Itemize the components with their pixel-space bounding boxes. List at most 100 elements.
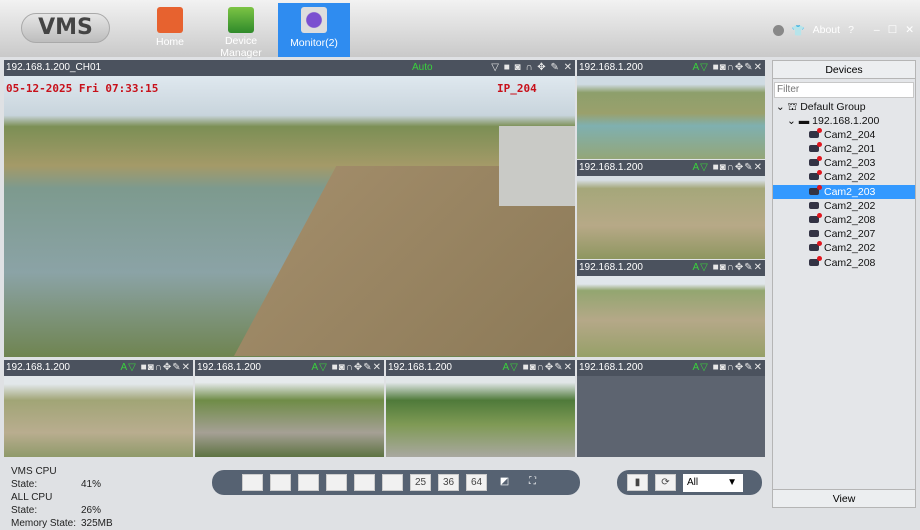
tile-title: 192.168.1.200: [579, 162, 643, 173]
layout-toolbar: 25 36 64 ◩ ⛶: [212, 470, 580, 495]
tile-tools[interactable]: A▽ ■◙∩✥✎✕: [502, 360, 573, 376]
tile-tools[interactable]: A▽ ■◙∩✥✎✕: [692, 260, 763, 276]
tile-title: 192.168.1.200_CH01: [6, 62, 102, 73]
minimize-button[interactable]: –: [874, 24, 880, 36]
tile-tools[interactable]: A▽ ■◙∩✥✎✕: [120, 360, 191, 376]
camera-icon: [809, 201, 819, 209]
tile-header: 192.168.1.200_CH01 Auto ▽ ■ ◙ ∩ ✥ ✎ ✕: [4, 60, 575, 76]
video-tile[interactable]: 192.168.1.200 A▽ ■◙∩✥✎✕: [4, 360, 193, 457]
layout-button[interactable]: 64: [466, 474, 487, 491]
camera-label: Cam2_208: [824, 256, 876, 269]
tile-tools[interactable]: A▽ ■◙∩✥✎✕: [692, 60, 763, 76]
tile-tools[interactable]: A▽ ■◙∩✥✎✕: [692, 160, 763, 176]
window-controls: 👕 About ? – ☐ ✕: [772, 22, 920, 38]
layout-button[interactable]: [298, 474, 319, 491]
video-feed: [386, 376, 575, 457]
camera-item[interactable]: Cam2_207: [773, 227, 915, 241]
layout-button[interactable]: 36: [438, 474, 459, 491]
camera-item[interactable]: Cam2_202: [773, 170, 915, 184]
camera-label: Cam2_201: [824, 143, 876, 156]
host-label: 192.168.1.200: [812, 114, 880, 127]
av-indicator: A▽: [311, 362, 328, 373]
video-tile[interactable]: 192.168.1.200 A▽ ■◙∩✥✎✕: [386, 360, 575, 457]
dvr-icon: ▬: [798, 114, 810, 127]
layout-button[interactable]: [354, 474, 375, 491]
refresh-icon[interactable]: ⟳: [655, 474, 676, 491]
maximize-button[interactable]: ☐: [888, 24, 897, 36]
av-indicator: A▽: [692, 162, 709, 173]
camera-item[interactable]: Cam2_202: [773, 241, 915, 255]
layout-button[interactable]: 25: [410, 474, 431, 491]
nav-home[interactable]: Home: [134, 3, 206, 57]
stat-value: 26%: [81, 505, 102, 516]
camera-item[interactable]: Cam2_202: [773, 199, 915, 213]
stream-select[interactable]: All ▼: [683, 473, 743, 492]
home-icon: [157, 7, 183, 33]
camera-label: Cam2_207: [824, 228, 876, 241]
camera-icon: [809, 184, 822, 195]
video-tile[interactable]: 192.168.1.200 A▽ ■◙∩✥✎✕: [577, 360, 765, 457]
tile-title: 192.168.1.200: [579, 62, 643, 73]
video-feed: [577, 76, 765, 159]
video-tile[interactable]: 192.168.1.200 A▽ ■◙∩✥✎✕: [195, 360, 384, 457]
tile-tools[interactable]: A▽ ■◙∩✥✎✕: [311, 360, 382, 376]
camera-item[interactable]: Cam2_201: [773, 142, 915, 156]
camera-item[interactable]: Cam2_208: [773, 255, 915, 270]
monitor-icon: [301, 7, 327, 33]
sequence-icon[interactable]: ◩: [494, 474, 515, 491]
group-label: Default Group: [800, 100, 866, 113]
main-video-tile[interactable]: 192.168.1.200_CH01 Auto ▽ ■ ◙ ∩ ✥ ✎ ✕ 05…: [4, 60, 575, 357]
camera-label: Cam2_204: [824, 128, 876, 141]
tile-title: 192.168.1.200: [579, 262, 643, 273]
close-button[interactable]: ✕: [905, 24, 914, 36]
camera-label: Cam2_202: [824, 242, 876, 255]
tile-header: 192.168.1.200 A▽ ■◙∩✥✎✕: [4, 360, 193, 376]
video-tile[interactable]: 192.168.1.200 A▽ ■◙∩✥✎✕: [577, 60, 765, 159]
tile-title: 192.168.1.200: [579, 362, 643, 373]
camera-item[interactable]: Cam2_208: [773, 213, 915, 227]
nav-label: Monitor(2): [290, 37, 338, 49]
tile-header: 192.168.1.200 A▽ ■◙∩✥✎✕: [195, 360, 384, 376]
view-button[interactable]: View: [773, 489, 915, 507]
skin-icon[interactable]: 👕: [792, 24, 805, 37]
app-logo: VMS: [21, 13, 110, 43]
device-icon: [228, 7, 254, 33]
tile-title: 192.168.1.200: [197, 362, 261, 373]
video-tile[interactable]: 192.168.1.200 A▽ ■◙∩✥✎✕: [577, 160, 765, 259]
info-icon[interactable]: [772, 24, 784, 36]
camera-icon: [809, 213, 822, 223]
layout-button[interactable]: [242, 474, 263, 491]
dropdown-arrow-icon: ▼: [727, 476, 737, 488]
camera-icon: [809, 230, 819, 238]
nav-device-manager[interactable]: Device Manager: [205, 3, 277, 59]
layout-button[interactable]: [326, 474, 347, 491]
camera-icon: [809, 127, 822, 138]
video-feed: [577, 176, 765, 259]
tile-tools[interactable]: ▽ ■ ◙ ∩ ✥ ✎ ✕: [491, 60, 573, 76]
camera-item[interactable]: Cam2_203: [773, 156, 915, 170]
nav-monitor[interactable]: Monitor(2): [278, 3, 350, 57]
stat-label: ALL CPU State:: [11, 492, 53, 516]
camera-icon: [809, 255, 822, 266]
tile-title: 192.168.1.200: [6, 362, 70, 373]
camera-icon: [809, 142, 822, 153]
layout-button[interactable]: [270, 474, 291, 491]
stream-mode[interactable]: Auto: [412, 60, 433, 76]
video-tile[interactable]: 192.168.1.200 A▽ ■◙∩✥✎✕: [577, 260, 765, 357]
tree-group[interactable]: ⌄ ⛫ Default Group: [773, 100, 915, 114]
filter-input[interactable]: [774, 81, 914, 98]
osd-timestamp: 05-12-2025 Fri 07:33:15: [6, 82, 159, 95]
camera-item[interactable]: Cam2_203: [773, 184, 915, 199]
av-indicator: A▽: [692, 262, 709, 273]
fullscreen-icon[interactable]: ⛶: [522, 474, 543, 491]
av-indicator: A▽: [120, 362, 137, 373]
tree-host[interactable]: ⌄ ▬ 192.168.1.200: [773, 114, 915, 128]
video-feed: 05-12-2025 Fri 07:33:15 IP_204: [4, 76, 575, 357]
layout-button[interactable]: [382, 474, 403, 491]
about-link[interactable]: About: [813, 24, 840, 36]
tile-header: 192.168.1.200 A▽ ■◙∩✥✎✕: [577, 260, 765, 276]
camera-item[interactable]: Cam2_204: [773, 127, 915, 142]
tile-tools[interactable]: A▽ ■◙∩✥✎✕: [692, 360, 763, 376]
save-icon[interactable]: ▮: [627, 474, 648, 491]
help-button[interactable]: ?: [848, 24, 854, 36]
